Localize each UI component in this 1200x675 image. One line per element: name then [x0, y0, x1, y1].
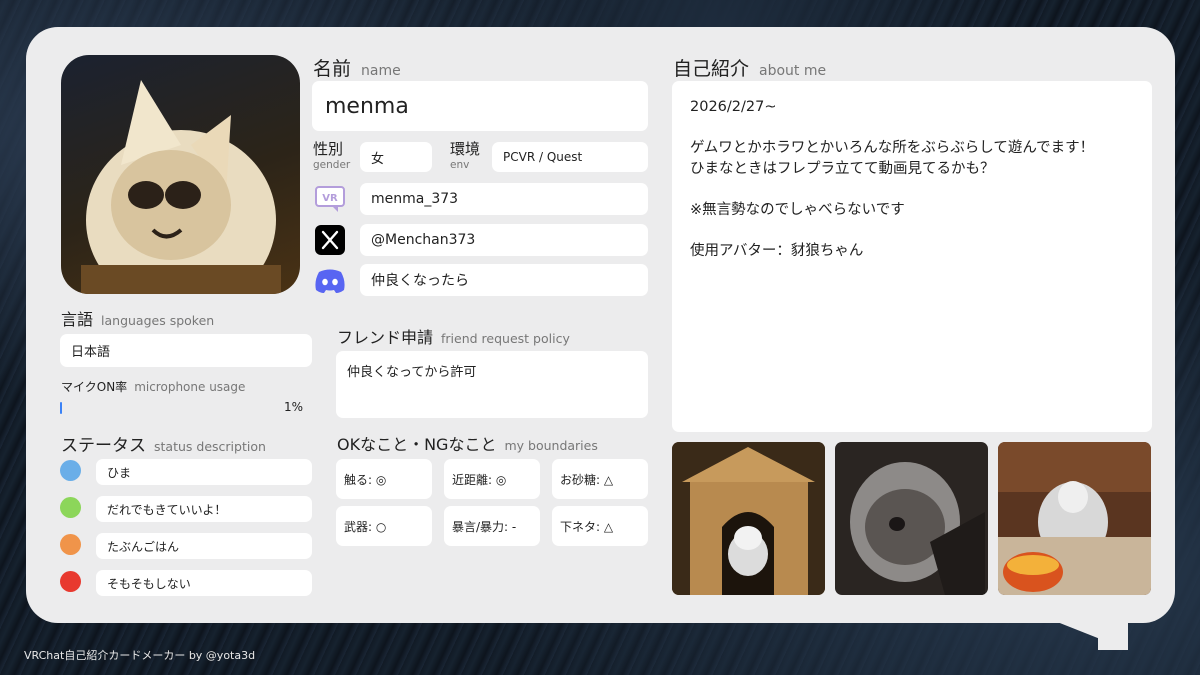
- gallery-photo: [835, 442, 988, 595]
- name-heading: 名前 name: [313, 58, 401, 80]
- boundary-item: 近距離: ◎: [444, 459, 540, 499]
- friend-policy-field: 仲良くなってから許可: [336, 351, 648, 418]
- about-text: 2026/2/27~ ゲムワとかホラワとかいろんな所をぶらぶらして遊んでます！ …: [672, 81, 1152, 432]
- status-dot-blue: [60, 460, 81, 481]
- name-field: menma: [312, 81, 648, 131]
- status-dot-orange: [60, 534, 81, 555]
- friend-policy-heading: フレンド申請 friend request policy: [337, 328, 570, 347]
- status-item: だれでもきていいよ！: [96, 496, 312, 522]
- svg-text:VR: VR: [322, 193, 338, 204]
- mic-usage-bar: [60, 402, 272, 414]
- about-line: ※無言勢なのでしゃべらないです: [690, 201, 905, 218]
- discord-icon: [313, 264, 347, 298]
- boundary-item: 触る: ◎: [336, 459, 432, 499]
- status-dot-red: [60, 571, 81, 592]
- boundary-item: 暴言/暴力: -: [444, 506, 540, 546]
- avatar-photo: [61, 55, 300, 294]
- about-line: ひまなときはフレプラ立てて動画見てるかも？: [690, 160, 995, 177]
- about-line: 使用アバター：豺狼ちゃん: [690, 242, 864, 259]
- about-heading: 自己紹介 about me: [673, 58, 827, 80]
- gallery-photo: [998, 442, 1151, 595]
- x-logo-icon: [313, 223, 347, 257]
- gender-label: 性別 gender: [313, 140, 351, 171]
- mic-usage-value: 1%: [284, 400, 304, 414]
- about-line: ゲムワとかホラワとかいろんな所をぶらぶらして遊んでます！: [690, 140, 1095, 156]
- languages-field: 日本語: [60, 334, 312, 367]
- boundary-item: お砂糖: △: [552, 459, 648, 499]
- gallery-photo: [672, 442, 825, 595]
- vrchat-icon: VR: [313, 182, 347, 216]
- boundary-item: 武器: ○: [336, 506, 432, 546]
- env-field: PCVR / Quest: [492, 142, 648, 172]
- mic-heading: マイクON率 microphone usage: [61, 380, 246, 394]
- footer-credit: VRChat自己紹介カードメーカー by @yota3d: [24, 649, 256, 662]
- about-date: 2026/2/27~: [690, 99, 777, 115]
- mic-usage-fill: [60, 402, 63, 414]
- boundaries-heading: OKなこと・NGなこと my boundaries: [337, 435, 598, 454]
- status-item: ひま: [96, 459, 312, 485]
- status-item: たぶんごはん: [96, 533, 312, 559]
- languages-heading: 言語 languages spoken: [61, 310, 215, 329]
- discord-field: 仲良くなったら: [360, 264, 648, 296]
- x-id-field: @Menchan373: [360, 224, 648, 256]
- vrchat-id-field: menma_373: [360, 183, 648, 215]
- env-label: 環境 env: [450, 140, 481, 171]
- status-item: そもそもしない: [96, 570, 312, 596]
- gender-field: 女: [360, 142, 432, 172]
- status-dot-green: [60, 497, 81, 518]
- boundary-item: 下ネタ: △: [552, 506, 648, 546]
- status-heading: ステータス status description: [61, 436, 266, 456]
